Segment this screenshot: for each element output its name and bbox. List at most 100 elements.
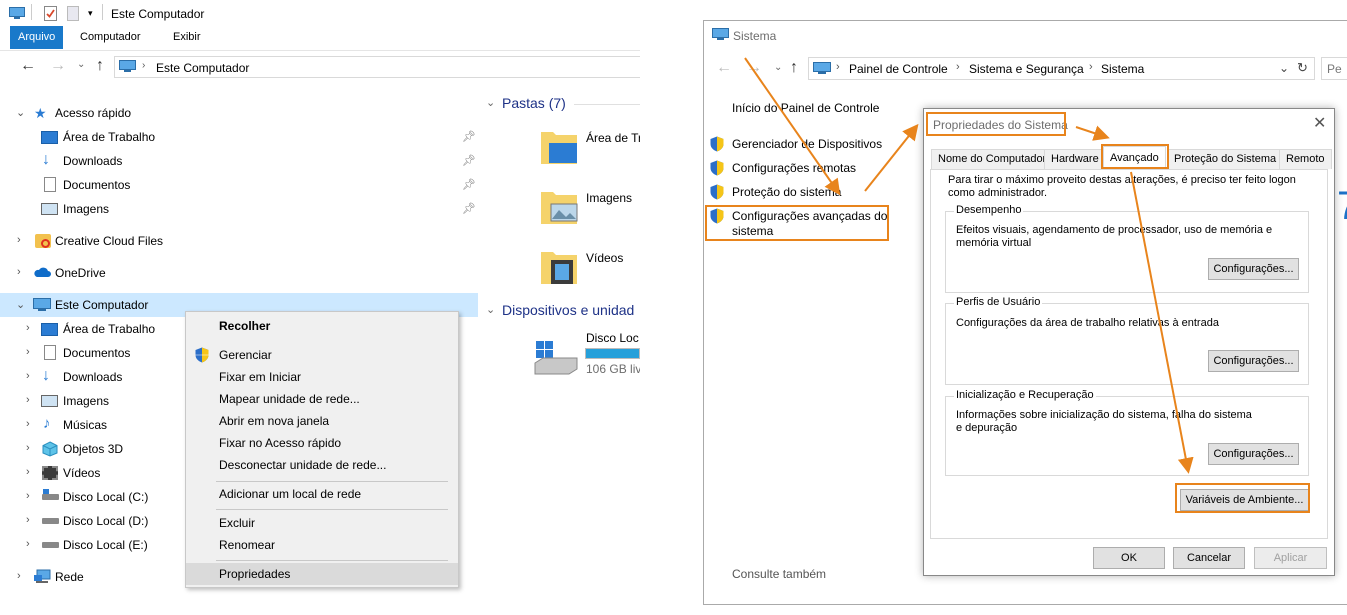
menu-item-renomear[interactable]: Renomear	[186, 534, 458, 556]
highlight-advanced-tab	[1101, 144, 1169, 169]
music-icon: ♪	[43, 415, 51, 432]
drive-icon	[42, 518, 59, 524]
chevron-right-icon[interactable]: ›	[26, 538, 30, 550]
menu-item-adicionar-local-rede[interactable]: Adicionar um local de rede	[186, 483, 458, 505]
menu-item-desconectar-unidade[interactable]: Desconectar unidade de rede...	[186, 454, 458, 476]
admin-notice: Para tirar o máximo proveito destas alte…	[948, 174, 1296, 199]
performance-settings-button[interactable]: Configurações...	[1208, 258, 1299, 280]
chevron-right-icon[interactable]: ›	[17, 234, 21, 246]
shield-icon	[710, 184, 724, 200]
tree-item-area-de-trabalho[interactable]: Área de Trabalho 📌︎	[0, 125, 478, 149]
tab-nome-do-computador[interactable]: Nome do Computador	[931, 149, 1054, 169]
menu-item-gerenciar[interactable]: Gerenciar	[186, 344, 458, 366]
chevron-right-icon[interactable]: ›	[26, 346, 30, 358]
breadcrumb-painel-de-controle[interactable]: Painel de Controle	[849, 62, 948, 76]
recent-dropdown-icon[interactable]: ⌄	[774, 62, 782, 73]
tab-remoto[interactable]: Remoto	[1279, 149, 1332, 169]
menu-item-excluir[interactable]: Excluir	[186, 512, 458, 534]
properties-icon[interactable]	[44, 6, 57, 21]
folder-videos-icon	[539, 246, 579, 284]
tab-hardware[interactable]: Hardware	[1044, 149, 1106, 169]
chevron-right-icon[interactable]: ›	[26, 490, 30, 502]
window-title: Este Computador	[111, 7, 205, 21]
chevron-right-icon[interactable]: ›	[17, 570, 21, 582]
tree-item-imagens[interactable]: Imagens 📌︎	[0, 197, 478, 221]
breadcrumb-sistema-seguranca[interactable]: Sistema e Segurança	[969, 62, 1084, 76]
pin-icon[interactable]: 📌︎	[462, 178, 476, 191]
chevron-right-icon[interactable]: ›	[26, 442, 30, 454]
address-bar[interactable]: › Este Computador	[114, 56, 640, 78]
highlight-advanced-settings-link	[705, 205, 889, 241]
highlight-environment-variables-button	[1175, 483, 1310, 513]
forward-arrow-icon[interactable]: →	[50, 57, 66, 75]
back-arrow-icon[interactable]: ←	[20, 57, 36, 75]
menu-separator	[216, 481, 448, 482]
chevron-right-icon[interactable]: ›	[26, 370, 30, 382]
recent-dropdown-icon[interactable]: ⌄	[77, 59, 85, 70]
chevron-down-icon[interactable]: ⌄	[16, 106, 25, 119]
menu-item-recolher[interactable]: Recolher	[186, 315, 458, 337]
tree-item-creative-cloud[interactable]: › Creative Cloud Files	[0, 229, 478, 253]
tree-item-documentos[interactable]: Documentos 📌︎	[0, 173, 478, 197]
ribbon-tab-exibir[interactable]: Exibir	[165, 26, 209, 49]
tree-item-acesso-rapido[interactable]: ⌄ ★ Acesso rápido	[0, 101, 478, 125]
devices-group-header[interactable]: Dispositivos e unidad	[502, 302, 634, 318]
ribbon-tab-arquivo[interactable]: Arquivo	[10, 26, 64, 49]
see-also-heading: Consulte também	[732, 567, 827, 581]
address-bar[interactable]: › Painel de Controle › Sistema e Seguran…	[808, 57, 1315, 80]
breadcrumb-chevron-icon: ›	[142, 60, 146, 71]
chevron-down-icon[interactable]: ⌄	[16, 298, 25, 311]
folder-desktop-icon	[539, 126, 579, 164]
chevron-right-icon[interactable]: ›	[26, 394, 30, 406]
search-input[interactable]: Pe	[1321, 57, 1347, 80]
video-icon	[42, 466, 58, 480]
window-title: Sistema	[733, 29, 777, 43]
chevron-down-icon[interactable]: ⌄	[1279, 61, 1289, 75]
tree-item-downloads[interactable]: ↓ Downloads 📌︎	[0, 149, 478, 173]
menu-item-propriedades[interactable]: Propriedades	[186, 563, 458, 585]
back-arrow-icon[interactable]: ←	[716, 59, 732, 77]
chevron-right-icon[interactable]: ›	[26, 514, 30, 526]
chevron-right-icon[interactable]: ›	[17, 266, 21, 278]
pin-icon[interactable]: 📌︎	[462, 154, 476, 167]
startup-recovery-settings-button[interactable]: Configurações...	[1208, 443, 1299, 465]
apply-button[interactable]: Aplicar	[1254, 547, 1327, 569]
pin-icon[interactable]: 📌︎	[462, 202, 476, 215]
chevron-right-icon[interactable]: ›	[26, 466, 30, 478]
ribbon-tab-computador[interactable]: Computador	[72, 26, 149, 49]
tree-item-onedrive[interactable]: › OneDrive	[0, 261, 478, 285]
tab-protecao-do-sistema[interactable]: Proteção do Sistema	[1167, 149, 1284, 169]
chevron-down-icon[interactable]: ⌄	[486, 303, 495, 316]
qat-dropdown-icon[interactable]: ▾	[88, 8, 93, 19]
breadcrumb-sistema[interactable]: Sistema	[1101, 62, 1144, 76]
menu-item-fixar-iniciar[interactable]: Fixar em Iniciar	[186, 366, 458, 388]
highlight-dialog-title	[926, 112, 1066, 136]
device-manager-link[interactable]: Gerenciador de Dispositivos	[732, 137, 882, 151]
chevron-down-icon[interactable]: ⌄	[486, 96, 495, 109]
computer-icon	[119, 60, 136, 73]
pin-icon[interactable]: 📌︎	[462, 130, 476, 143]
forward-arrow-icon[interactable]: →	[746, 59, 762, 77]
close-icon[interactable]: ✕	[1313, 113, 1326, 133]
document-icon	[44, 345, 56, 360]
user-profiles-settings-button[interactable]: Configurações...	[1208, 350, 1299, 372]
menu-item-mapear-unidade[interactable]: Mapear unidade de rede...	[186, 388, 458, 410]
up-arrow-icon[interactable]: ↑	[96, 57, 104, 75]
control-panel-icon	[813, 62, 831, 78]
chevron-right-icon[interactable]: ›	[26, 322, 30, 334]
chevron-right-icon[interactable]: ›	[26, 418, 30, 430]
cancel-button[interactable]: Cancelar	[1173, 547, 1245, 569]
remote-settings-link[interactable]: Configurações remotas	[732, 161, 856, 175]
folders-group-header[interactable]: Pastas (7)	[502, 95, 566, 111]
menu-item-fixar-acesso-rapido[interactable]: Fixar no Acesso rápido	[186, 432, 458, 454]
menu-item-abrir-nova-janela[interactable]: Abrir em nova janela	[186, 410, 458, 432]
up-arrow-icon[interactable]: ↑	[790, 59, 798, 77]
refresh-icon[interactable]: ↻	[1297, 60, 1308, 76]
computer-icon	[9, 7, 25, 20]
ok-button[interactable]: OK	[1093, 547, 1165, 569]
control-panel-home-link[interactable]: Início do Painel de Controle	[732, 101, 879, 115]
system-protection-link[interactable]: Proteção do sistema	[732, 185, 841, 199]
new-folder-icon[interactable]	[67, 6, 79, 21]
computer-icon	[712, 28, 729, 44]
breadcrumb-chevron-icon: ›	[836, 61, 840, 73]
